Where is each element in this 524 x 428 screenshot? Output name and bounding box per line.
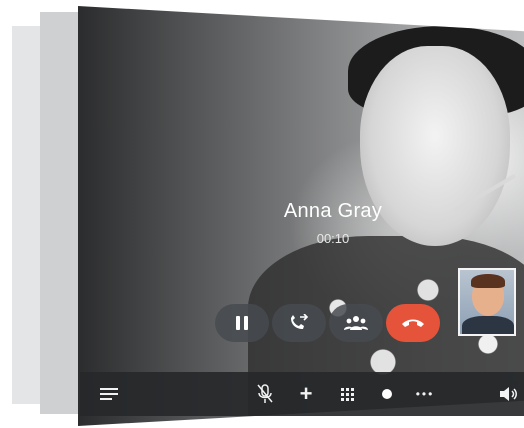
record-button[interactable] xyxy=(378,383,396,405)
menu-button[interactable] xyxy=(96,383,122,405)
volume-button[interactable] xyxy=(498,383,520,405)
pause-icon xyxy=(236,316,248,330)
self-video-preview[interactable] xyxy=(458,268,516,336)
menu-icon xyxy=(100,388,118,400)
transfer-call-button[interactable] xyxy=(272,304,326,342)
transfer-call-icon xyxy=(291,314,309,329)
caller-name: Anna Gray xyxy=(283,200,383,222)
microphone-muted-icon xyxy=(257,384,273,403)
add-call-button[interactable]: + xyxy=(296,381,316,406)
speaker-icon xyxy=(500,387,517,401)
conference-icon xyxy=(344,316,368,330)
self-video-suit xyxy=(462,316,514,334)
keypad-button[interactable] xyxy=(337,383,357,405)
conference-button[interactable] xyxy=(329,304,383,342)
plus-icon: + xyxy=(299,381,313,406)
self-video-hair xyxy=(471,274,505,288)
record-icon xyxy=(382,389,392,399)
hold-button[interactable] xyxy=(215,304,269,342)
mute-button[interactable] xyxy=(256,383,274,405)
keypad-icon xyxy=(340,387,354,401)
end-call-button[interactable] xyxy=(386,304,440,342)
call-duration: 00:10 xyxy=(316,231,350,246)
more-dots-icon: ••• xyxy=(415,387,435,401)
more-button[interactable]: ••• xyxy=(413,383,437,405)
hang-up-icon xyxy=(402,319,424,327)
